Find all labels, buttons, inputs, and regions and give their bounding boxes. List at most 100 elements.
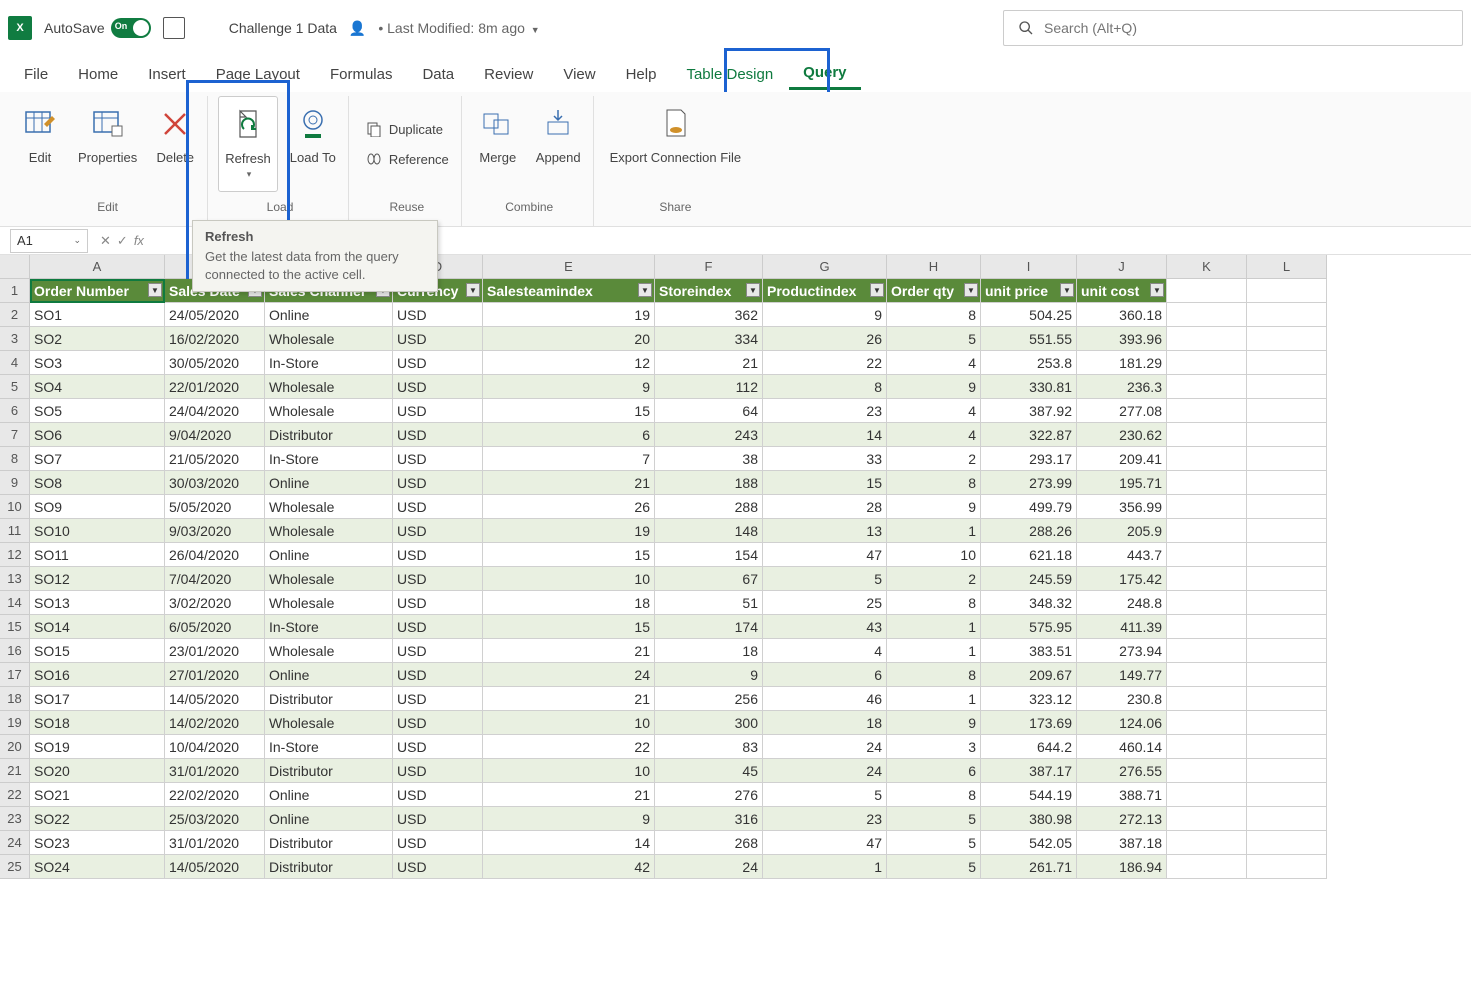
cell[interactable] [1167,663,1247,687]
table-header-cell[interactable] [1167,279,1247,303]
tab-page-layout[interactable]: Page Layout [202,60,314,89]
cell[interactable] [1167,303,1247,327]
row-header[interactable]: 11 [0,519,30,543]
cell[interactable]: 14 [763,423,887,447]
cell[interactable]: 18 [483,591,655,615]
cell[interactable]: USD [393,303,483,327]
column-header[interactable]: F [655,255,763,279]
filter-dropdown-icon[interactable]: ▼ [964,283,978,297]
cell[interactable]: 362 [655,303,763,327]
cell[interactable]: 149.77 [1077,663,1167,687]
append-button[interactable]: Append [530,96,587,192]
column-header[interactable]: G [763,255,887,279]
cell[interactable] [1247,687,1327,711]
cell[interactable]: Wholesale [265,711,393,735]
cell[interactable]: 20 [483,327,655,351]
cell[interactable] [1167,759,1247,783]
cell[interactable]: SO8 [30,471,165,495]
cell[interactable]: 9 [483,375,655,399]
filter-dropdown-icon[interactable]: ▼ [746,283,760,297]
cell[interactable]: Online [265,663,393,687]
cell[interactable]: 16/02/2020 [165,327,265,351]
row-header[interactable]: 15 [0,615,30,639]
cell[interactable]: 27/01/2020 [165,663,265,687]
cell[interactable]: Wholesale [265,375,393,399]
cell[interactable]: 9 [655,663,763,687]
cell[interactable]: Distributor [265,831,393,855]
cell[interactable]: 245.59 [981,567,1077,591]
table-header-cell[interactable]: Order qty▼ [887,279,981,303]
cell[interactable]: 205.9 [1077,519,1167,543]
cell[interactable] [1247,303,1327,327]
cell[interactable]: 23 [763,399,887,423]
cell[interactable]: 67 [655,567,763,591]
cell[interactable]: 181.29 [1077,351,1167,375]
cell[interactable]: 23 [763,807,887,831]
cell[interactable]: 14/02/2020 [165,711,265,735]
row-header[interactable]: 1 [0,279,30,303]
last-modified[interactable]: • Last Modified: 8m ago ▼ [378,20,539,36]
cell[interactable] [1247,663,1327,687]
row-header[interactable]: 18 [0,687,30,711]
cell[interactable] [1167,567,1247,591]
row-header[interactable]: 9 [0,471,30,495]
cell[interactable]: 575.95 [981,615,1077,639]
cell[interactable]: 7 [483,447,655,471]
row-header[interactable]: 24 [0,831,30,855]
cell[interactable]: 272.13 [1077,807,1167,831]
row-header[interactable]: 13 [0,567,30,591]
column-header[interactable]: L [1247,255,1327,279]
filter-dropdown-icon[interactable]: ▼ [1060,283,1074,297]
cell[interactable] [1247,375,1327,399]
cell[interactable]: 243 [655,423,763,447]
cell[interactable]: 443.7 [1077,543,1167,567]
cell[interactable]: 30/03/2020 [165,471,265,495]
cell[interactable] [1247,351,1327,375]
table-header-cell[interactable]: unit cost▼ [1077,279,1167,303]
tab-formulas[interactable]: Formulas [316,60,407,89]
cell[interactable]: 5 [887,327,981,351]
cell[interactable]: 276 [655,783,763,807]
load-to-button[interactable]: Load To [284,96,342,192]
cell[interactable]: 261.71 [981,855,1077,879]
spreadsheet-grid[interactable]: 1234567891011121314151617181920212223242… [0,255,1471,879]
cell[interactable]: USD [393,663,483,687]
cell[interactable] [1247,807,1327,831]
cell[interactable]: SO10 [30,519,165,543]
cell[interactable]: Online [265,543,393,567]
cell[interactable]: Wholesale [265,495,393,519]
cell[interactable]: 348.32 [981,591,1077,615]
table-header-cell[interactable]: Order Number▼ [30,279,165,303]
cell[interactable]: Wholesale [265,639,393,663]
cell[interactable]: USD [393,615,483,639]
cell[interactable]: 360.18 [1077,303,1167,327]
cell[interactable]: 31/01/2020 [165,831,265,855]
cell[interactable]: In-Store [265,447,393,471]
cell[interactable]: 387.92 [981,399,1077,423]
cell[interactable]: SO20 [30,759,165,783]
cell[interactable]: 18 [763,711,887,735]
cell[interactable] [1167,855,1247,879]
cell[interactable]: 5 [763,783,887,807]
cell[interactable]: SO9 [30,495,165,519]
cell[interactable] [1167,687,1247,711]
cell[interactable]: 64 [655,399,763,423]
cell[interactable]: 387.18 [1077,831,1167,855]
cell[interactable]: 621.18 [981,543,1077,567]
cell[interactable]: 10 [483,711,655,735]
cell[interactable]: USD [393,567,483,591]
cell[interactable]: 380.98 [981,807,1077,831]
cell[interactable]: 9 [887,711,981,735]
cell[interactable]: SO12 [30,567,165,591]
cell[interactable]: 393.96 [1077,327,1167,351]
cell[interactable]: 148 [655,519,763,543]
row-header[interactable]: 16 [0,639,30,663]
cell[interactable]: 322.87 [981,423,1077,447]
cell[interactable]: 8 [887,783,981,807]
column-header[interactable]: A [30,255,165,279]
row-header[interactable]: 21 [0,759,30,783]
cell[interactable]: 8 [887,591,981,615]
cell[interactable]: 10/04/2020 [165,735,265,759]
row-header[interactable]: 17 [0,663,30,687]
cell[interactable]: Distributor [265,423,393,447]
